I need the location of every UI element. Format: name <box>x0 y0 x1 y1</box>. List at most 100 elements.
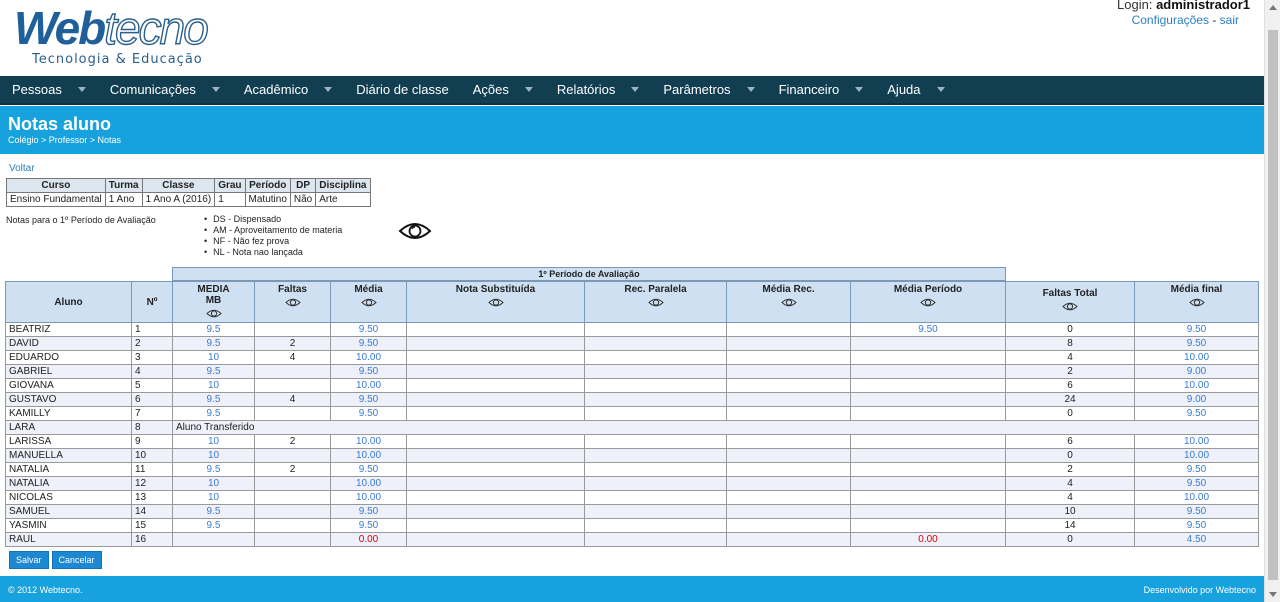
view-all-eye-icon[interactable] <box>398 219 432 243</box>
back-link[interactable]: Voltar <box>9 163 35 174</box>
nota-substituida-cell[interactable] <box>406 490 585 505</box>
settings-link[interactable]: Configurações <box>1132 13 1209 27</box>
nav-item-di-rio-de-classe[interactable]: Diário de classe <box>344 75 461 104</box>
nav-item-relat-rios[interactable]: Relatórios <box>545 75 652 104</box>
faltas-cell[interactable] <box>254 322 331 337</box>
media-mb-cell[interactable]: 10 <box>172 434 255 449</box>
eye-icon[interactable] <box>487 297 504 308</box>
media-cell: 9.50 <box>330 336 407 351</box>
nav-item-financeiro[interactable]: Financeiro <box>767 75 876 104</box>
rec-paralela-cell[interactable] <box>584 336 727 351</box>
eye-icon[interactable] <box>360 297 377 308</box>
faltas-cell[interactable] <box>254 406 331 421</box>
media-mb-cell[interactable]: 9.5 <box>172 504 255 519</box>
eye-icon[interactable] <box>284 297 301 308</box>
media-mb-cell[interactable]: 9.5 <box>172 322 255 337</box>
media-mb-cell[interactable]: 9.5 <box>172 364 255 379</box>
nota-substituida-cell[interactable] <box>406 532 585 547</box>
rec-paralela-cell[interactable] <box>584 350 727 365</box>
rec-paralela-cell[interactable] <box>584 406 727 421</box>
faltas-cell[interactable] <box>254 490 331 505</box>
rec-paralela-cell[interactable] <box>584 532 727 547</box>
nota-substituida-cell[interactable] <box>406 322 585 337</box>
media-periodo-cell: 9.50 <box>850 322 1006 337</box>
logout-link[interactable]: sair <box>1220 13 1239 27</box>
faltas-cell[interactable]: 4 <box>254 392 331 407</box>
media-mb-cell[interactable]: 9.5 <box>172 406 255 421</box>
eye-icon[interactable] <box>1188 297 1205 308</box>
faltas-cell[interactable] <box>254 364 331 379</box>
rec-paralela-cell[interactable] <box>584 462 727 477</box>
rec-paralela-cell[interactable] <box>584 504 727 519</box>
scroll-down-icon[interactable] <box>1269 592 1277 597</box>
nav-item-acad-mico[interactable]: Acadêmico <box>232 75 344 104</box>
save-button[interactable]: Salvar <box>9 551 49 569</box>
rec-paralela-cell[interactable] <box>584 490 727 505</box>
nota-substituida-cell[interactable] <box>406 378 585 393</box>
media-mb-cell[interactable]: 10 <box>172 448 255 463</box>
media-cell: 9.50 <box>330 322 407 337</box>
media-mb-cell[interactable] <box>172 532 255 547</box>
nota-substituida-cell[interactable] <box>406 350 585 365</box>
webtecno-logo[interactable]: Webtecno Tecnologia & Educação <box>14 1 224 72</box>
faltas-cell[interactable]: 2 <box>254 336 331 351</box>
nav-item-par-metros[interactable]: Parâmetros <box>651 75 766 104</box>
scroll-up-icon[interactable] <box>1269 5 1277 10</box>
media-mb-cell[interactable]: 10 <box>172 350 255 365</box>
faltas-cell[interactable]: 2 <box>254 434 331 449</box>
faltas-cell[interactable] <box>254 504 331 519</box>
media-mb-cell[interactable]: 10 <box>172 490 255 505</box>
nota-substituida-cell[interactable] <box>406 364 585 379</box>
nota-substituida-cell[interactable] <box>406 406 585 421</box>
media-cell: 0.00 <box>330 532 407 547</box>
media-periodo-cell <box>850 406 1006 421</box>
eye-icon[interactable] <box>205 308 222 319</box>
nota-substituida-cell[interactable] <box>406 336 585 351</box>
rec-paralela-cell[interactable] <box>584 322 727 337</box>
media-mb-cell[interactable]: 9.5 <box>172 518 255 533</box>
media-mb-cell[interactable]: 9.5 <box>172 392 255 407</box>
column-header-label: Nota Substituída <box>455 284 536 295</box>
column-header-label: Média Período <box>893 284 963 295</box>
media-mb-cell[interactable]: 9.5 <box>172 336 255 351</box>
media-cell: 10.00 <box>330 378 407 393</box>
faltas-cell[interactable] <box>254 448 331 463</box>
faltas-cell[interactable] <box>254 378 331 393</box>
media-mb-cell[interactable]: 9.5 <box>172 462 255 477</box>
media-mb-cell[interactable]: 10 <box>172 378 255 393</box>
nav-item-pessoas[interactable]: Pessoas <box>0 75 98 104</box>
rec-paralela-cell[interactable] <box>584 392 727 407</box>
rec-paralela-cell[interactable] <box>584 448 727 463</box>
nota-substituida-cell[interactable] <box>406 476 585 491</box>
rec-paralela-cell[interactable] <box>584 434 727 449</box>
page-scrollbar[interactable] <box>1264 0 1280 602</box>
nav-item-comunica-es[interactable]: Comunicações <box>98 75 232 104</box>
eye-icon[interactable] <box>647 297 664 308</box>
eye-icon[interactable] <box>780 297 797 308</box>
eye-icon[interactable] <box>920 297 936 308</box>
nota-substituida-cell[interactable] <box>406 518 585 533</box>
nota-substituida-cell[interactable] <box>406 462 585 477</box>
rec-paralela-cell[interactable] <box>584 476 727 491</box>
column-header-label: Média Rec. <box>762 284 815 295</box>
nav-item-a-es[interactable]: Ações <box>461 75 545 104</box>
rec-paralela-cell[interactable] <box>584 364 727 379</box>
rec-paralela-cell[interactable] <box>584 378 727 393</box>
faltas-cell[interactable]: 4 <box>254 350 331 365</box>
nota-substituida-cell[interactable] <box>406 434 585 449</box>
nota-substituida-cell[interactable] <box>406 448 585 463</box>
student-number: 14 <box>131 504 173 519</box>
faltas-cell[interactable] <box>254 518 331 533</box>
nav-item-ajuda[interactable]: Ajuda <box>875 75 956 104</box>
scrollbar-thumb[interactable] <box>1268 30 1278 580</box>
nota-substituida-cell[interactable] <box>406 504 585 519</box>
rec-paralela-cell[interactable] <box>584 518 727 533</box>
faltas-cell[interactable] <box>254 476 331 491</box>
media-mb-cell[interactable]: 10 <box>172 476 255 491</box>
media-final-cell: 9.50 <box>1134 336 1259 351</box>
cancel-button[interactable]: Cancelar <box>51 551 102 569</box>
nota-substituida-cell[interactable] <box>406 392 585 407</box>
eye-icon[interactable] <box>1062 301 1078 312</box>
faltas-cell[interactable]: 2 <box>254 462 331 477</box>
faltas-cell[interactable] <box>254 532 331 547</box>
